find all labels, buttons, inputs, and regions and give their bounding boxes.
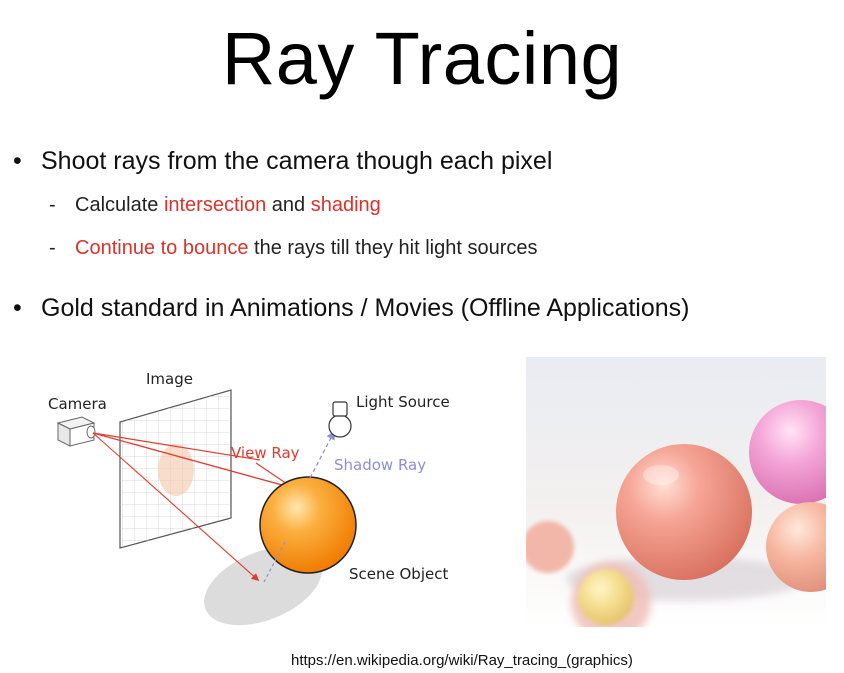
sub-bullet-1: - Calculate intersection and shading	[49, 192, 381, 218]
bullet-1-text: Shoot rays from the camera though each p…	[41, 147, 553, 175]
bullet-2-text: Gold standard in Animations / Movies (Of…	[41, 294, 690, 322]
highlight-intersection: intersection	[163, 194, 267, 216]
label-image: Image	[146, 370, 193, 388]
scene-sphere	[259, 476, 357, 574]
label-shadow-ray: Shadow Ray	[334, 456, 426, 474]
bullet-dot: •	[13, 294, 22, 322]
image-plane	[119, 389, 232, 549]
bullet-2: • Gold standard in Animations / Movies (…	[13, 293, 690, 323]
sub-bullet-2: - Continue to bounce the rays till they …	[49, 235, 538, 261]
sub-dash: -	[49, 237, 56, 259]
label-light-source: Light Source	[356, 393, 450, 411]
sub-1-part-3: and	[266, 194, 311, 216]
label-camera: Camera	[48, 395, 107, 413]
highlight-shading: shading	[310, 194, 381, 216]
bullet-dot: •	[13, 147, 22, 175]
sub-1-part-1: Calculate	[75, 194, 164, 216]
ray-tracing-diagram: Camera Image Light Source View Ray Shado…	[48, 370, 450, 626]
camera-icon	[56, 416, 96, 447]
bullet-1: • Shoot rays from the camera though each…	[13, 146, 553, 176]
light-bulb-icon	[328, 401, 352, 438]
rendered-spheres-image	[526, 357, 826, 627]
source-url[interactable]: https://en.wikipedia.org/wiki/Ray_tracin…	[291, 652, 633, 670]
highlight-continue-to-bounce: Continue to bounce	[75, 237, 249, 259]
label-view-ray: View Ray	[231, 444, 300, 462]
sub-dash: -	[49, 194, 56, 216]
label-scene-object: Scene Object	[349, 565, 448, 583]
shadow-ray-line	[309, 430, 335, 479]
sub-2-part-2: the rays till they hit light sources	[248, 237, 538, 259]
slide-title: Ray Tracing	[221, 17, 623, 100]
